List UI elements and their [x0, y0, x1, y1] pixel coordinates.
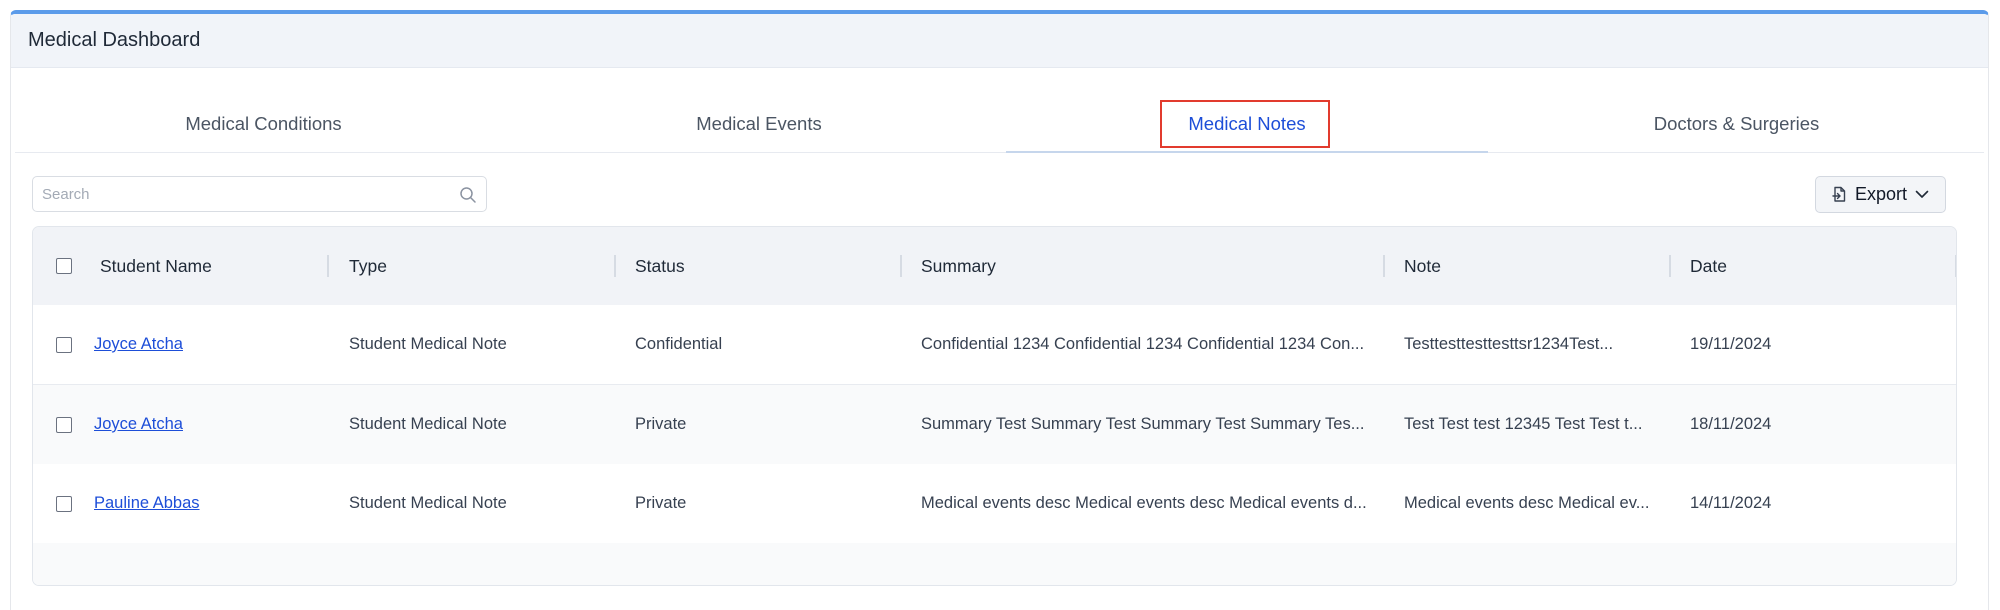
- cell-student-name: Joyce Atcha: [94, 305, 324, 384]
- tab-bar: Medical Conditions Medical Events Medica…: [15, 68, 1984, 153]
- student-name-link[interactable]: Joyce Atcha: [94, 335, 183, 354]
- cell-summary: Summary Test Summary Test Summary Test S…: [921, 385, 1386, 464]
- tab-doctors-surgeries[interactable]: Doctors & Surgeries: [1488, 68, 1985, 152]
- column-resize-handle[interactable]: [900, 255, 902, 277]
- panel-header: Medical Dashboard: [11, 14, 1988, 68]
- table-row[interactable]: [33, 543, 1956, 585]
- summary-text: Summary Test Summary Test Summary Test S…: [921, 415, 1365, 433]
- cell-status: Private: [635, 494, 687, 512]
- column-header-student-name[interactable]: Student Name: [100, 227, 212, 305]
- cell-date: 14/11/2024: [1690, 494, 1772, 512]
- student-name-link[interactable]: Pauline Abbas: [94, 494, 200, 513]
- table-row[interactable]: Joyce Atcha Student Medical Note Confide…: [33, 305, 1956, 385]
- cell-student-name: Pauline Abbas: [94, 464, 324, 543]
- cell-type: Student Medical Note: [349, 494, 507, 512]
- cell-student-name: Joyce Atcha: [94, 385, 324, 464]
- column-resize-handle[interactable]: [614, 255, 616, 277]
- tab-medical-events[interactable]: Medical Events: [512, 68, 1006, 152]
- cell-note: Medical events desc Medical ev...: [1404, 464, 1669, 543]
- search-input[interactable]: [42, 177, 442, 211]
- cell-type: Student Medical Note: [349, 415, 507, 433]
- tab-label: Doctors & Surgeries: [1653, 113, 1820, 134]
- active-tab-indicator: [1006, 151, 1488, 153]
- file-export-icon: [1832, 186, 1846, 202]
- summary-text: Confidential 1234 Confidential 1234 Conf…: [921, 335, 1365, 353]
- cell-summary: Medical events desc Medical events desc …: [921, 464, 1386, 543]
- search-icon[interactable]: [459, 186, 477, 204]
- note-text: Medical events desc Medical ev...: [1404, 494, 1650, 512]
- note-text: Testtesttesttesttsr1234Test...: [1404, 335, 1614, 353]
- column-resize-handle[interactable]: [327, 255, 329, 277]
- tab-label: Medical Notes: [1188, 113, 1306, 134]
- row-checkbox[interactable]: [56, 417, 72, 433]
- search-box: [32, 176, 487, 212]
- row-checkbox[interactable]: [56, 337, 72, 353]
- cell-summary: Confidential 1234 Confidential 1234 Conf…: [921, 305, 1386, 384]
- export-button[interactable]: Export: [1815, 176, 1946, 213]
- column-header-summary[interactable]: Summary: [921, 227, 996, 305]
- tab-label: Medical Events: [696, 113, 822, 134]
- student-name-link[interactable]: Joyce Atcha: [94, 415, 183, 434]
- cell-note: Test Test test 12345 Test Test t...: [1404, 385, 1669, 464]
- chevron-down-icon: [1915, 190, 1929, 198]
- column-resize-handle[interactable]: [1955, 255, 1956, 277]
- column-header-type[interactable]: Type: [349, 227, 387, 305]
- cell-note: Testtesttesttesttsr1234Test...: [1404, 305, 1669, 384]
- select-all-checkbox[interactable]: [56, 258, 72, 274]
- page-title: Medical Dashboard: [28, 29, 201, 51]
- cell-date: 18/11/2024: [1690, 415, 1772, 433]
- column-resize-handle[interactable]: [1669, 255, 1671, 277]
- cell-status: Private: [635, 415, 687, 433]
- tab-medical-notes[interactable]: Medical Notes: [1006, 68, 1488, 153]
- column-header-date[interactable]: Date: [1690, 227, 1727, 305]
- table-row[interactable]: Pauline Abbas Student Medical Note Priva…: [33, 464, 1956, 544]
- summary-text: Medical events desc Medical events desc …: [921, 494, 1367, 512]
- tab-label: Medical Conditions: [185, 113, 342, 134]
- column-header-note[interactable]: Note: [1404, 227, 1441, 305]
- note-text: Test Test test 12345 Test Test t...: [1404, 415, 1643, 433]
- export-label: Export: [1854, 184, 1908, 204]
- table-row[interactable]: Joyce Atcha Student Medical Note Private…: [33, 385, 1956, 465]
- cell-type: Student Medical Note: [349, 335, 507, 353]
- cell-status: Confidential: [635, 335, 723, 353]
- tab-medical-conditions[interactable]: Medical Conditions: [15, 68, 512, 152]
- column-resize-handle[interactable]: [1383, 255, 1385, 277]
- row-checkbox[interactable]: [56, 496, 72, 512]
- cell-date: 19/11/2024: [1690, 335, 1772, 353]
- table-header: Student Name Type Status Summary Note Da…: [33, 227, 1956, 306]
- column-header-status[interactable]: Status: [635, 227, 685, 305]
- medical-notes-table: Student Name Type Status Summary Note Da…: [32, 226, 1957, 586]
